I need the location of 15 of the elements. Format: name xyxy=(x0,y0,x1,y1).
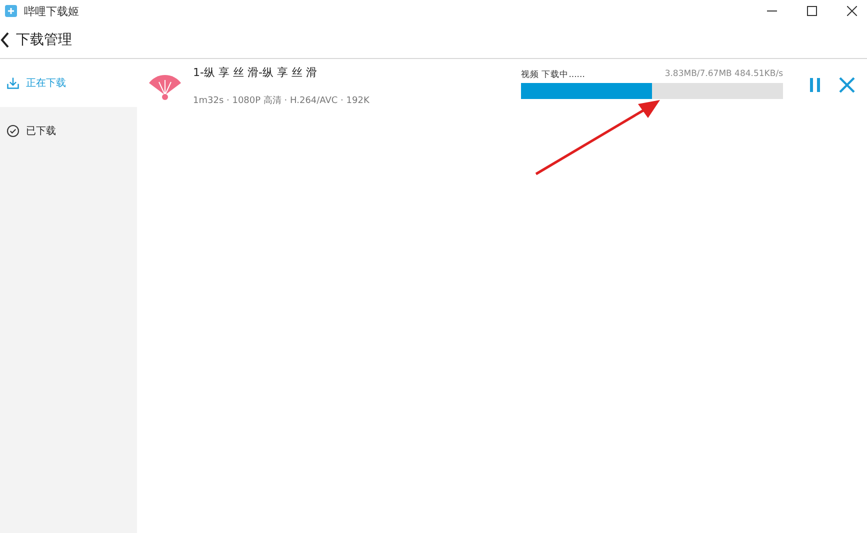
check-circle-icon xyxy=(6,124,20,138)
fan-icon xyxy=(147,73,183,101)
close-icon xyxy=(838,76,856,94)
page-title: 下载管理 xyxy=(16,31,72,49)
download-icon xyxy=(6,76,20,90)
progress-text: 3.83MB/7.67MB 484.51KB/s xyxy=(664,69,783,81)
back-icon[interactable] xyxy=(0,32,10,48)
video-title: 1-纵 享 丝 滑-纵 享 丝 滑 xyxy=(193,65,318,80)
video-details: 1m32s · 1080P 高清 · H.264/AVC · 192K xyxy=(193,94,370,107)
cancel-button[interactable] xyxy=(837,75,857,95)
maximize-icon[interactable] xyxy=(807,6,817,16)
app-icon xyxy=(4,4,18,18)
window-title: 哔哩下载姬 xyxy=(24,4,79,18)
download-status: 视频 下载中...... xyxy=(521,69,585,81)
close-icon[interactable] xyxy=(847,6,857,16)
